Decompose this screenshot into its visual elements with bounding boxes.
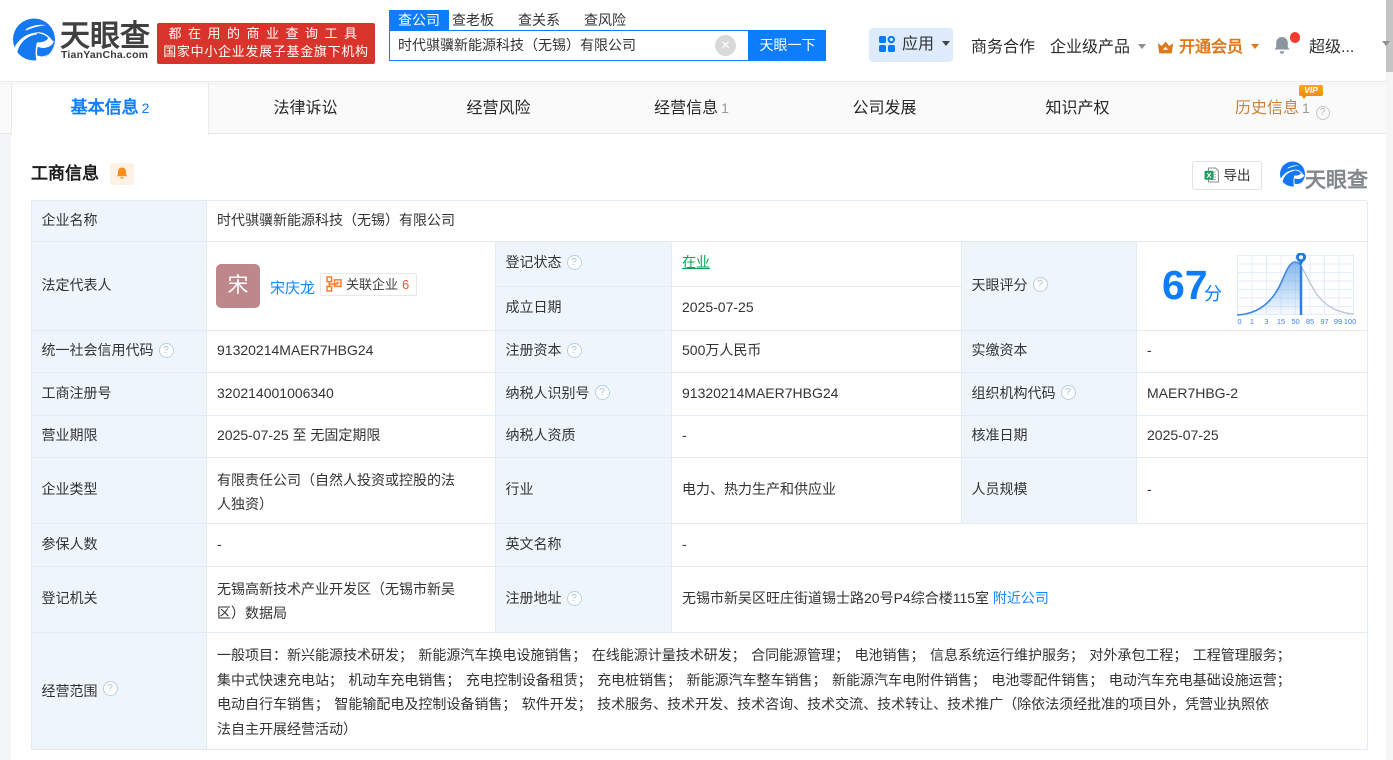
svg-text:0: 0: [1237, 317, 1241, 325]
svg-text:100: 100: [1344, 317, 1357, 325]
svg-text:15: 15: [1277, 317, 1285, 325]
svg-text:3: 3: [1264, 317, 1268, 325]
svg-text:97: 97: [1320, 317, 1328, 325]
svg-text:50: 50: [1291, 317, 1299, 325]
svg-text:85: 85: [1306, 317, 1314, 325]
svg-text:99: 99: [1334, 317, 1342, 325]
svg-text:X: X: [1206, 171, 1211, 180]
svg-text:1: 1: [1250, 317, 1254, 325]
